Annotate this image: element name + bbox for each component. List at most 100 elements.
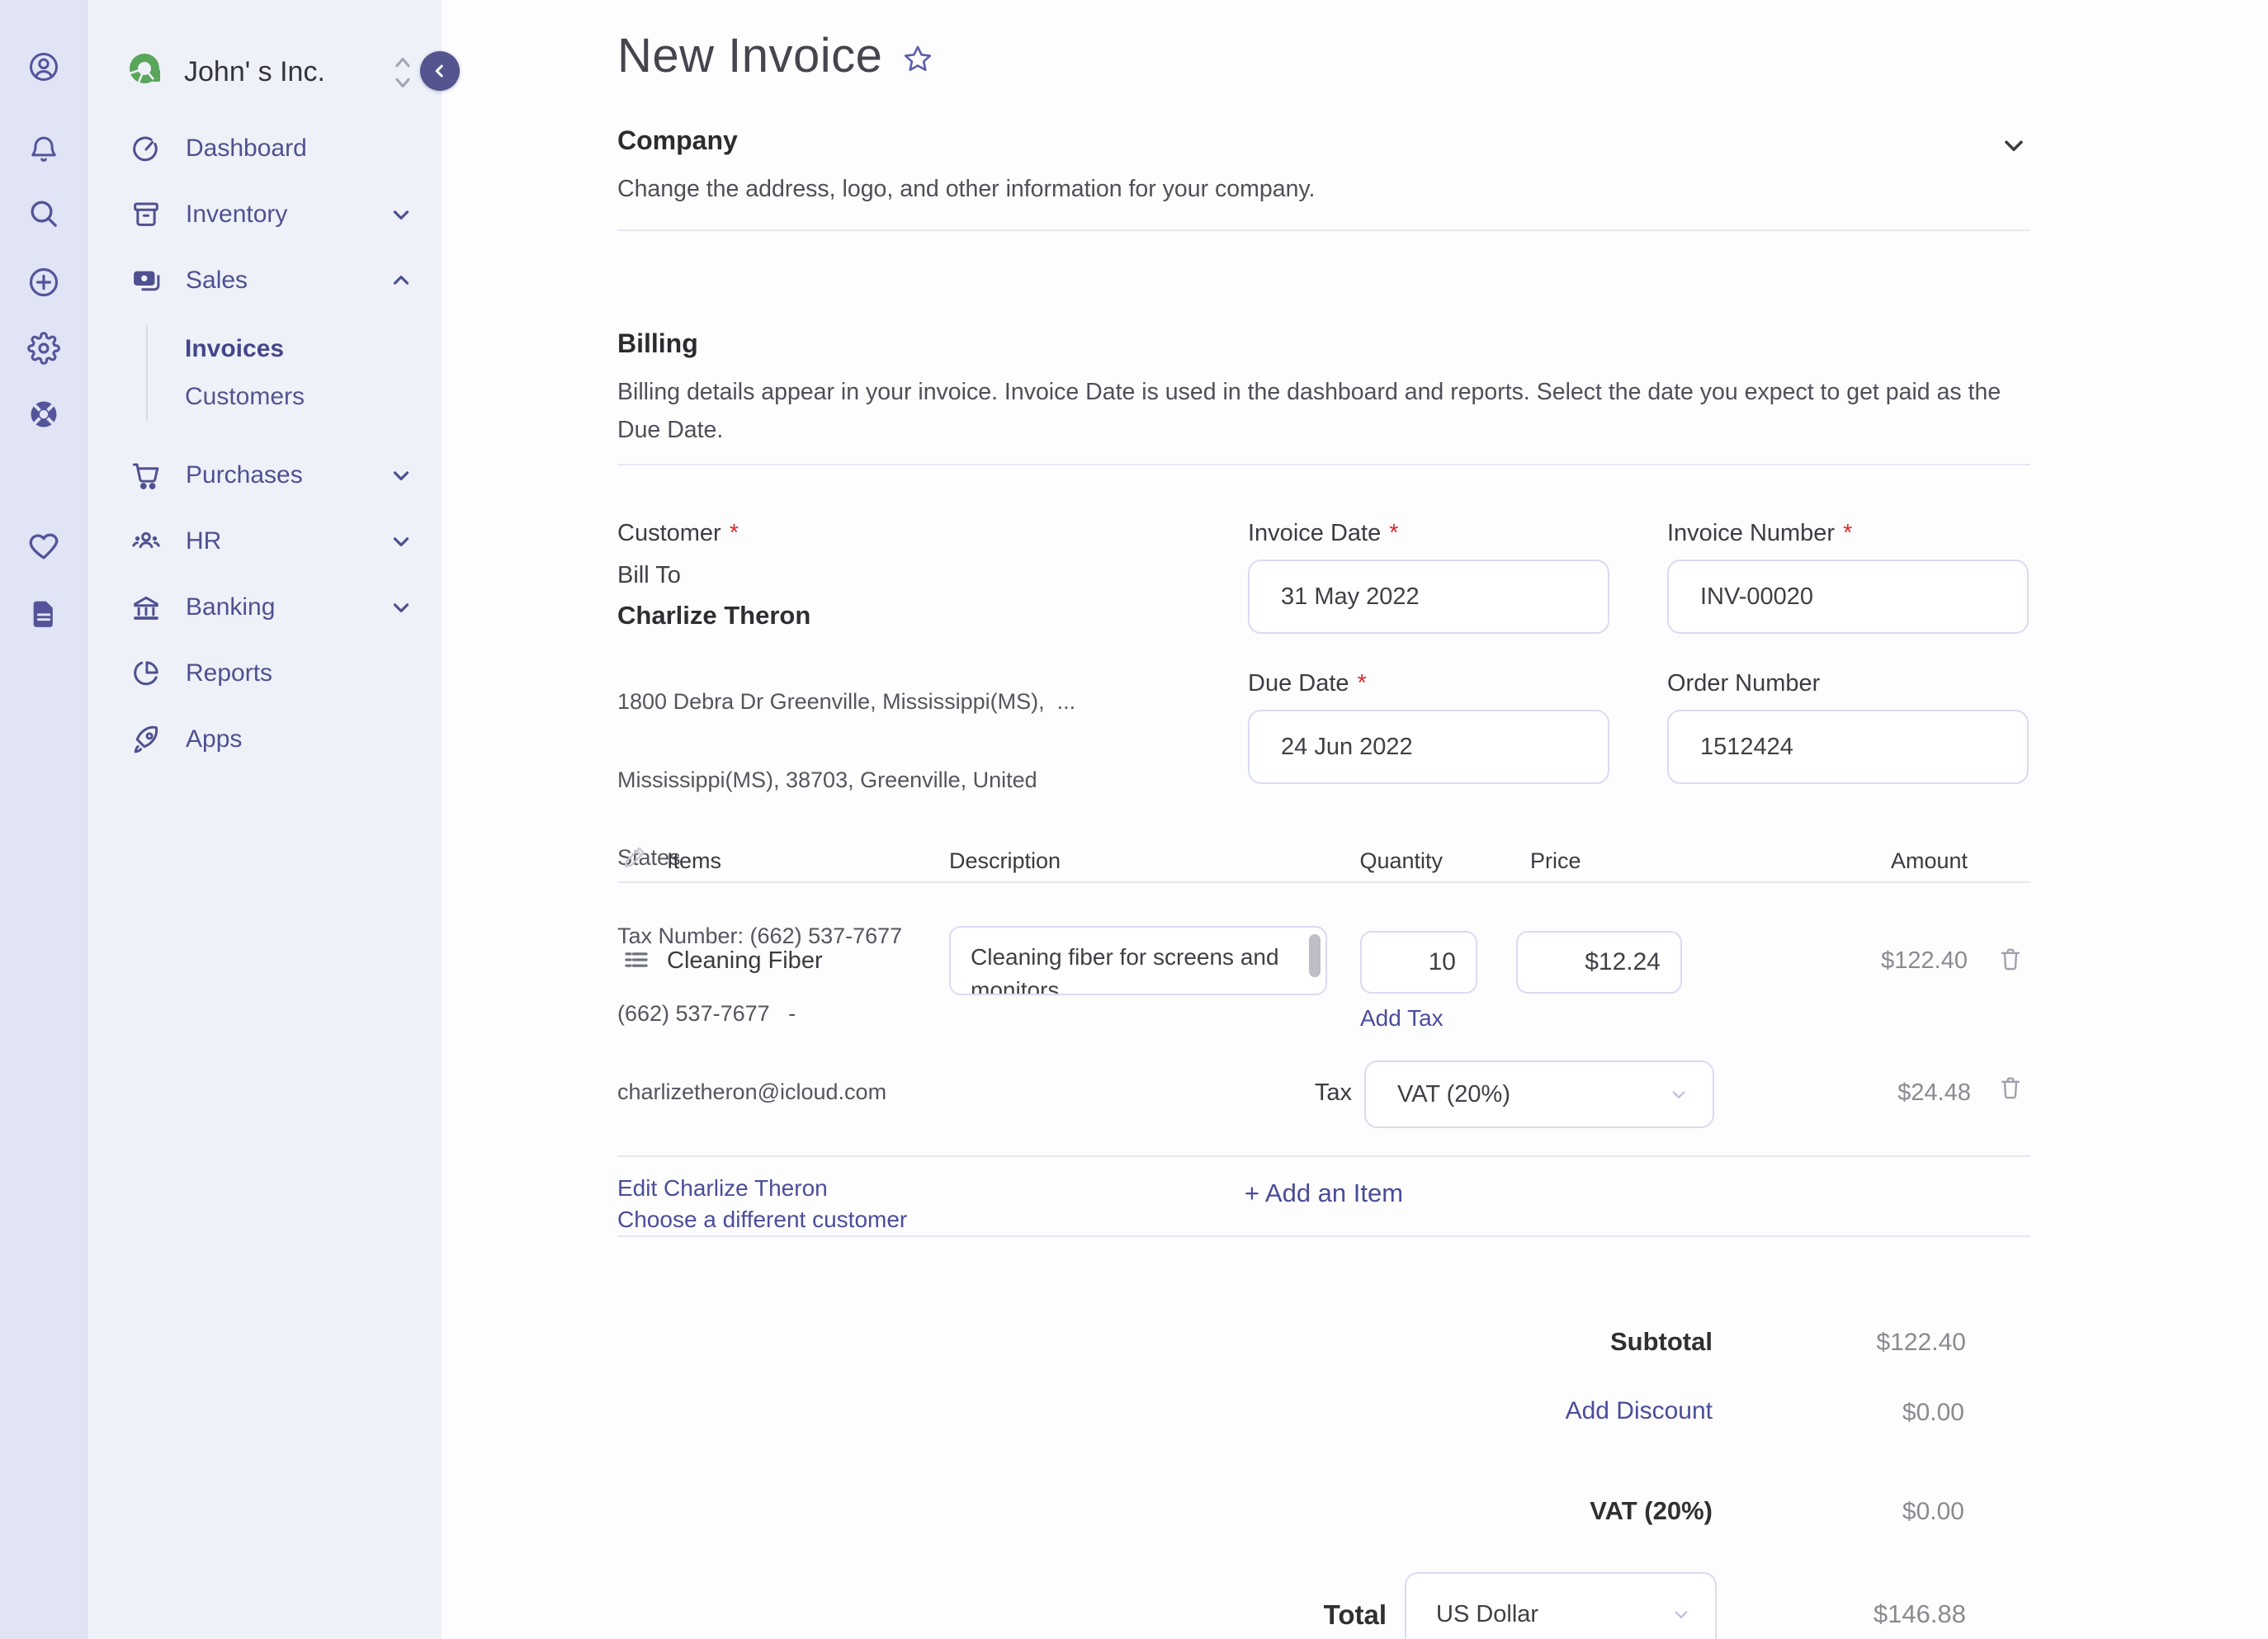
sidebar-item-label: Sales	[186, 267, 248, 294]
billing-section-description: Billing details appear in your invoice. …	[617, 379, 2001, 443]
sidebar-item-banking[interactable]: Banking	[88, 574, 442, 640]
total-value: $146.88	[1873, 1599, 1966, 1628]
user-account-icon[interactable]	[27, 50, 60, 83]
add-item-button[interactable]: + Add an Item	[617, 1178, 2030, 1208]
customer-address-line2: Mississippi(MS), 38703, Greenville, Unit…	[617, 767, 1037, 792]
org-switch-arrows-icon[interactable]	[392, 51, 413, 91]
customer-label: Customer	[617, 520, 721, 546]
currency-select[interactable]: US Dollar	[1405, 1572, 1717, 1639]
chevron-down-icon	[1666, 1082, 1691, 1107]
add-discount-link[interactable]: Add Discount	[1382, 1397, 1713, 1425]
sidebar-item-label: HR	[186, 527, 222, 555]
plus-circle-icon[interactable]	[27, 266, 60, 299]
document-icon[interactable]	[27, 598, 60, 631]
required-asterisk: *	[1357, 670, 1367, 697]
chevron-down-icon	[389, 529, 413, 554]
amount-column-header: Amount	[1890, 848, 1968, 873]
tax-row-label: Tax	[1314, 1079, 1352, 1106]
life-ring-icon[interactable]	[27, 398, 60, 431]
price-column-header: Price	[1530, 848, 1581, 873]
pencil-icon	[622, 843, 649, 870]
sidebar-item-customers[interactable]: Customers	[185, 373, 442, 421]
chevron-down-icon	[389, 595, 413, 620]
item-description-input[interactable]: Cleaning fiber for screens and monitors	[951, 928, 1301, 994]
delete-tax-trash-icon[interactable]	[1997, 1075, 2024, 1101]
page-title: New Invoice	[617, 29, 883, 83]
order-number-input[interactable]	[1667, 710, 2029, 784]
tax-select[interactable]: VAT (20%)	[1364, 1060, 1714, 1128]
sidebar-item-purchases[interactable]: Purchases	[88, 442, 442, 508]
items-column-header: Items	[667, 848, 722, 873]
company-logo-icon	[129, 54, 160, 83]
order-number-label: Order Number	[1667, 670, 1821, 697]
customer-name: Charlize Theron	[617, 601, 811, 630]
organization-switcher[interactable]: John' s Inc.	[88, 0, 442, 109]
divider	[617, 1235, 2030, 1237]
vat-label: VAT (20%)	[1590, 1496, 1713, 1525]
customer-block: Customer * Bill To Charlize Theron 1800 D…	[617, 520, 1075, 1233]
pie-chart-icon	[130, 658, 162, 689]
favorite-star-icon[interactable]	[900, 43, 935, 78]
choose-customer-link[interactable]: Choose a different customer	[617, 1207, 1075, 1233]
textarea-scrollbar[interactable]	[1309, 934, 1321, 977]
item-description-field[interactable]: Cleaning fiber for screens and monitors	[949, 926, 1327, 995]
vat-value: $0.00	[1902, 1498, 1964, 1525]
currency-select-value: US Dollar	[1436, 1600, 1539, 1627]
item-amount: $122.40	[1881, 947, 1968, 974]
bell-icon[interactable]	[27, 132, 60, 165]
billing-section-title: Billing	[617, 328, 698, 358]
search-icon[interactable]	[27, 197, 60, 230]
bank-building-icon	[130, 592, 162, 623]
sidebar-item-label: Banking	[186, 593, 276, 621]
customer-phone: (662) 537-7677 -	[617, 1001, 796, 1026]
item-name[interactable]: Cleaning Fiber	[667, 947, 823, 975]
delete-item-trash-icon[interactable]	[1997, 946, 2024, 972]
customer-address-line1: 1800 Debra Dr Greenville, Mississippi(MS…	[617, 689, 1076, 714]
required-asterisk: *	[1843, 520, 1853, 546]
divider	[617, 464, 2030, 465]
required-asterisk: *	[729, 520, 739, 546]
invoice-date-input[interactable]	[1248, 560, 1609, 634]
sidebar-item-invoices[interactable]: Invoices	[185, 325, 442, 373]
sales-submenu: Invoices Customers	[146, 325, 442, 421]
sidebar-item-reports[interactable]: Reports	[88, 640, 442, 706]
add-tax-link[interactable]: Add Tax	[1360, 1005, 1443, 1032]
item-quantity-input[interactable]	[1360, 931, 1477, 994]
divider	[617, 881, 2030, 883]
sidebar-item-inventory[interactable]: Inventory	[88, 182, 442, 248]
total-label: Total	[1323, 1599, 1387, 1630]
sidebar-item-dashboard[interactable]: Dashboard	[88, 116, 442, 182]
sidebar-collapse-button[interactable]	[420, 51, 460, 91]
chevron-down-icon	[389, 202, 413, 227]
company-name: John' s Inc.	[184, 56, 325, 87]
divider	[617, 1155, 2030, 1157]
invoice-date-label: Invoice Date *	[1248, 520, 1399, 546]
due-date-label: Due Date *	[1248, 670, 1367, 697]
discount-value: $0.00	[1902, 1399, 1964, 1426]
company-section-title: Company	[617, 125, 738, 155]
tax-amount: $24.48	[1897, 1079, 1971, 1106]
sidebar-item-hr[interactable]: HR	[88, 508, 442, 574]
heart-icon[interactable]	[27, 530, 60, 563]
customer-email: charlizetheron@icloud.com	[617, 1079, 887, 1104]
customer-details: 1800 Debra Dr Greenville, Mississippi(MS…	[617, 637, 1075, 1157]
sidebar-item-label: Dashboard	[186, 135, 307, 162]
dashboard-gauge-icon	[130, 133, 162, 164]
company-expand-chevron-icon[interactable]	[1999, 130, 2029, 160]
sidebar-item-sales[interactable]: Sales	[88, 248, 442, 314]
item-price-input[interactable]	[1516, 931, 1682, 994]
invoice-number-input[interactable]	[1667, 560, 2029, 634]
description-column-header: Description	[949, 848, 1061, 873]
sidebar-item-label: Invoices	[185, 335, 285, 362]
bill-to-label: Bill To	[617, 562, 681, 588]
sidebar-nav: Dashboard Inventory Sales Invoices Custo…	[88, 116, 442, 772]
gear-icon[interactable]	[27, 332, 60, 365]
required-asterisk: *	[1389, 520, 1399, 546]
chevron-left-icon	[435, 64, 443, 78]
due-date-input[interactable]	[1248, 710, 1609, 784]
divider	[617, 229, 2030, 231]
sidebar: John' s Inc. Dashboard Inventory Sales I…	[88, 0, 460, 1639]
sidebar-item-apps[interactable]: Apps	[88, 706, 442, 772]
item-drag-handle-icon[interactable]	[622, 946, 650, 974]
rocket-icon	[130, 724, 162, 755]
